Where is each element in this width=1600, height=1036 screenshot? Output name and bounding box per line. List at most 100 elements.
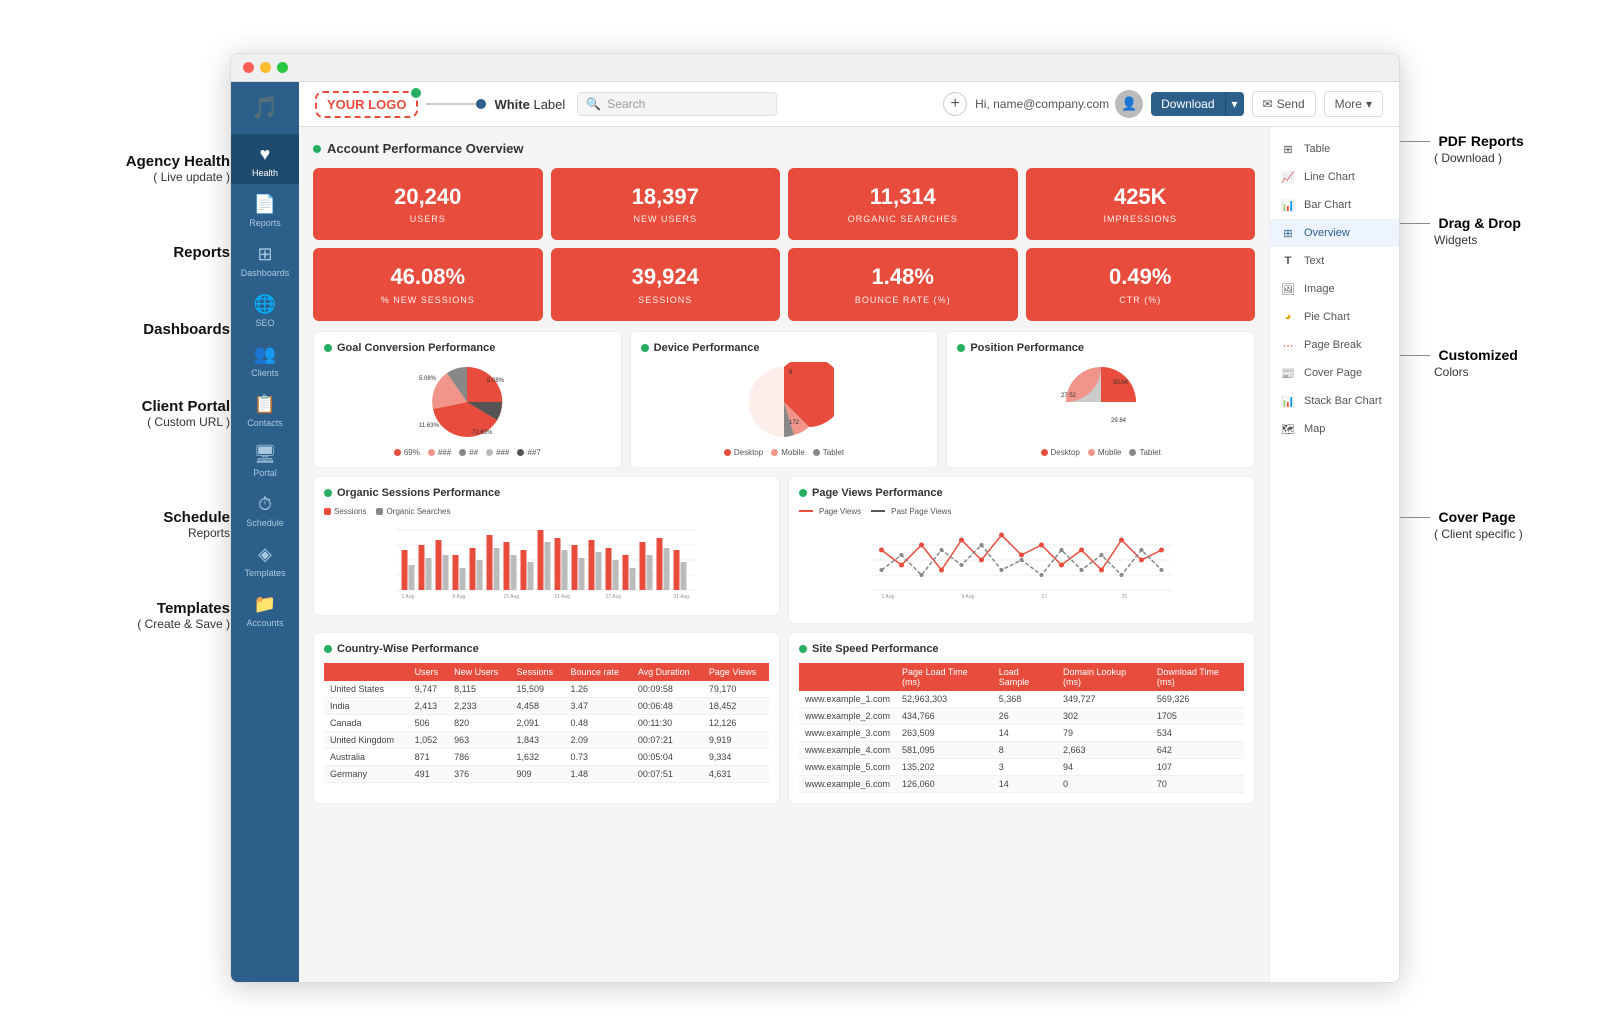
download-arrow-button[interactable]: ▾ [1225, 92, 1244, 116]
sidebar-item-seo[interactable]: 🌐 SEO [231, 284, 299, 334]
table-cell: 302 [1057, 707, 1151, 724]
sidebar-item-accounts[interactable]: 📁 Accounts [231, 584, 299, 634]
site-speed-chart: Site Speed Performance Page Load Time (m… [788, 632, 1255, 804]
table-cell: 9,334 [703, 748, 769, 765]
sidebar-item-health[interactable]: ♥ Health [231, 134, 299, 184]
send-icon: ✉ [1263, 97, 1273, 111]
table-cell: 00:09:58 [632, 681, 703, 698]
widget-panel: ⊞ Table 📈 Line Chart 📊 Bar Chart ⊞ [1269, 127, 1399, 982]
sidebar-item-schedule[interactable]: ⏱ Schedule [231, 484, 299, 534]
sidebar-item-dashboards[interactable]: ⊞ Dashboards [231, 234, 299, 284]
widget-cover-page[interactable]: 📰 Cover Page [1270, 359, 1399, 387]
organic-sessions-title: Organic Sessions Performance [324, 487, 769, 499]
table-cell: 2,413 [409, 697, 449, 714]
contacts-icon: 📋 [254, 394, 276, 415]
green-dot [313, 145, 321, 153]
widget-pie-chart[interactable]: ◕ Pie Chart [1270, 303, 1399, 331]
health-icon: ♥ [260, 144, 271, 165]
table-cell: 871 [409, 748, 449, 765]
widget-bar-chart[interactable]: 📊 Bar Chart [1270, 191, 1399, 219]
download-button[interactable]: Download [1151, 92, 1224, 116]
legend-item-tablet: Tablet [1129, 448, 1160, 457]
legend-dot [1088, 449, 1095, 456]
widget-table[interactable]: ⊞ Table [1270, 135, 1399, 163]
widget-page-break[interactable]: ⋯ Page Break [1270, 331, 1399, 359]
widget-overview-label: Overview [1304, 227, 1350, 239]
ann-cover: Cover Page ( Client specific ) [1400, 509, 1580, 541]
sidebar-accounts-label: Accounts [246, 618, 283, 628]
table-cell: 8,115 [448, 681, 510, 698]
sidebar-item-portal[interactable]: 🖥 Portal [231, 434, 299, 484]
widget-page-break-label: Page Break [1304, 339, 1361, 351]
site-speed-table: Page Load Time (ms) Load Sample Domain L… [799, 663, 1244, 793]
maximize-dot[interactable] [277, 62, 288, 73]
widget-text[interactable]: T Text [1270, 247, 1399, 275]
device-performance-chart: Device Performance [630, 331, 939, 468]
organic-bar-svg: 1 Aug 9 Aug 15 Aug 21 Aug 27 Aug 31 Aug [324, 520, 769, 600]
goal-pie-chart: 5.08% 5.08% 11.63% 72.63% [417, 362, 517, 442]
svg-text:27 Aug: 27 Aug [606, 594, 622, 600]
stat-new-users: 18,397 NEW USERS [551, 168, 781, 240]
pie-chart-widget-icon: ◕ [1280, 309, 1296, 325]
legend-dot [724, 449, 731, 456]
more-button[interactable]: More ▾ [1324, 91, 1383, 117]
legend-item-mobile: Mobile [771, 448, 805, 457]
table-cell: 00:07:51 [632, 765, 703, 782]
sidebar-item-templates[interactable]: ◈ Templates [231, 534, 299, 584]
stat-sessions: 39,924 SESSIONS [551, 248, 781, 320]
table-cell: 14 [993, 775, 1057, 792]
goal-conversion-chart: Goal Conversion Performance [313, 331, 622, 468]
table-cell: 9,747 [409, 681, 449, 698]
goal-legend: 69% ### ## [394, 448, 541, 457]
stat-users-label: USERS [325, 214, 531, 224]
sidebar-item-clients[interactable]: 👥 Clients [231, 334, 299, 384]
col-new-users: New Users [448, 663, 510, 681]
legend-dot [324, 508, 331, 515]
col-download-time: Download Time (ms) [1151, 663, 1244, 691]
table-cell: 1,843 [510, 731, 564, 748]
table-cell: 4,631 [703, 765, 769, 782]
sidebar-contacts-label: Contacts [247, 418, 283, 428]
table-cell: 79,170 [703, 681, 769, 698]
table-cell: 506 [409, 714, 449, 731]
widget-image-label: Image [1304, 283, 1335, 295]
table-cell: 434,766 [896, 707, 993, 724]
minimize-dot[interactable] [260, 62, 271, 73]
stat-sessions-value: 39,924 [563, 264, 769, 290]
add-button[interactable]: + [943, 92, 967, 116]
table-row: www.example_3.com263,5091479534 [799, 724, 1244, 741]
device-pie-chart: 9 172 [734, 362, 834, 442]
table-row: www.example_1.com52,963,3035,368349,7275… [799, 691, 1244, 708]
svg-text:11.63%: 11.63% [419, 423, 440, 429]
stat-new-sessions-value: 46.08% [325, 264, 531, 290]
table-cell: 107 [1151, 758, 1244, 775]
legend-item: ## [459, 448, 478, 457]
cover-page-widget-icon: 📰 [1280, 365, 1296, 381]
site-speed-green-dot [799, 645, 807, 653]
search-bar[interactable]: 🔍 Search [577, 92, 777, 116]
sidebar-clients-label: Clients [251, 368, 279, 378]
svg-text:25: 25 [1122, 594, 1128, 600]
legend-dot [376, 508, 383, 515]
send-button[interactable]: ✉ Send [1252, 91, 1316, 117]
widget-line-chart[interactable]: 📈 Line Chart [1270, 163, 1399, 191]
close-dot[interactable] [243, 62, 254, 73]
sidebar-item-reports[interactable]: 📄 Reports [231, 184, 299, 234]
widget-image[interactable]: 🖼 Image [1270, 275, 1399, 303]
widget-stack-bar[interactable]: 📊 Stack Bar Chart [1270, 387, 1399, 415]
legend-sessions: Sessions [324, 507, 366, 516]
table-cell: 00:06:48 [632, 697, 703, 714]
stat-users-value: 20,240 [325, 184, 531, 210]
stat-sessions-label: SESSIONS [563, 295, 769, 305]
table-cell: 1.48 [564, 765, 631, 782]
widget-overview[interactable]: ⊞ Overview [1270, 219, 1399, 247]
legend-item-mobile: Mobile [1088, 448, 1122, 457]
page-break-widget-icon: ⋯ [1280, 337, 1296, 353]
sidebar-item-contacts[interactable]: 📋 Contacts [231, 384, 299, 434]
widget-map[interactable]: 🗺 Map [1270, 415, 1399, 443]
stat-organic-label: ORGANIC SEARCHES [800, 214, 1006, 224]
legend-line [799, 510, 813, 512]
logo-badge: YOUR LOGO [315, 91, 418, 118]
table-cell: 642 [1151, 741, 1244, 758]
table-cell: 909 [510, 765, 564, 782]
